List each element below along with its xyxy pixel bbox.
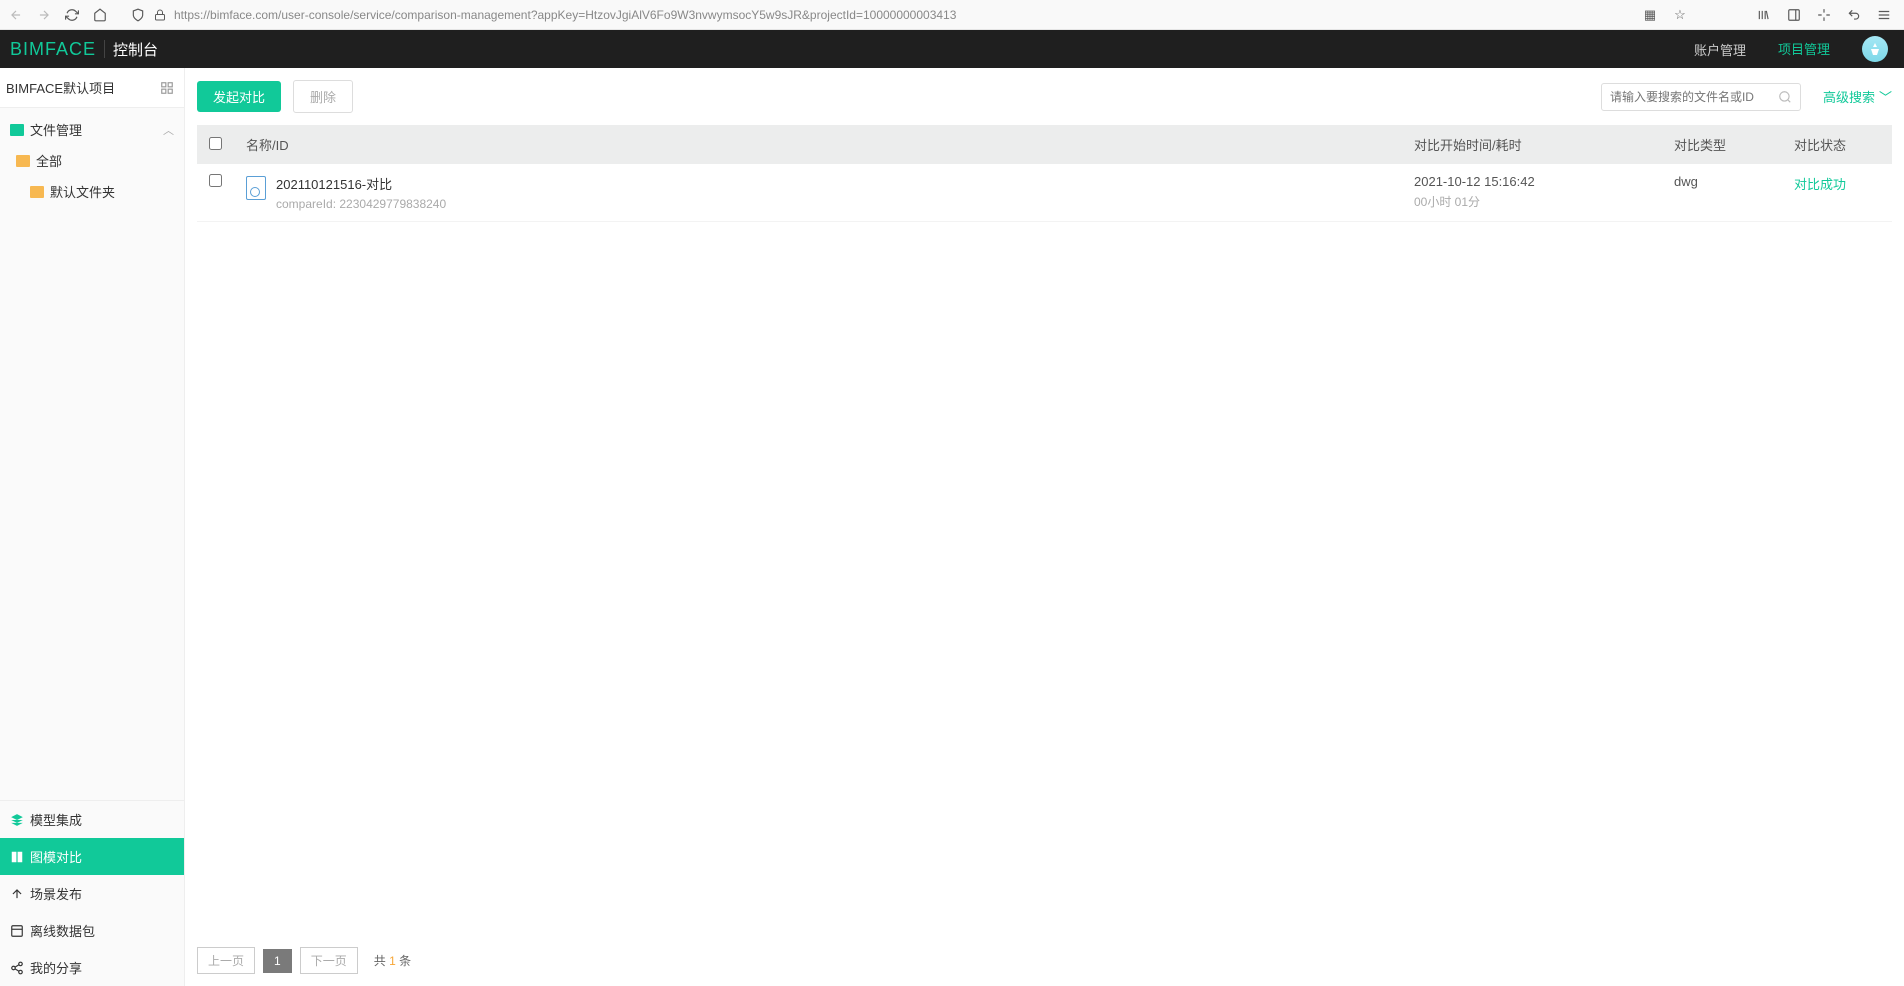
- side-menu: 模型集成 图模对比 场景发布 离线数据包: [0, 800, 184, 986]
- sidebar-item-compare[interactable]: 图模对比: [0, 838, 184, 875]
- row-type: dwg: [1662, 164, 1782, 222]
- sidebar-item-label: 图模对比: [30, 847, 82, 866]
- tree-label: 默认文件夹: [50, 182, 115, 201]
- select-all-checkbox[interactable]: [209, 137, 222, 150]
- sidebar-item-label: 离线数据包: [30, 921, 95, 940]
- row-name: 202110121516-对比: [276, 174, 446, 193]
- forward-button[interactable]: [36, 7, 52, 23]
- project-header: BIMFACE默认项目: [0, 68, 184, 108]
- undo-icon[interactable]: [1846, 7, 1862, 23]
- home-button[interactable]: [92, 7, 108, 23]
- sidebar-item-scene-publish[interactable]: 场景发布: [0, 875, 184, 912]
- share-icon: [10, 961, 24, 975]
- sidebar-item-offline-package[interactable]: 离线数据包: [0, 912, 184, 949]
- bookmark-icon[interactable]: ☆: [1672, 7, 1688, 23]
- project-title: BIMFACE默认项目: [6, 78, 115, 97]
- logo-sub: 控制台: [113, 39, 158, 60]
- sidebar-item-label: 模型集成: [30, 810, 82, 829]
- tree-label: 文件管理: [30, 120, 82, 139]
- logo-area: BIMFACE 控制台: [10, 39, 158, 60]
- row-duration: 00小时 01分: [1414, 193, 1650, 210]
- file-icon: [246, 176, 266, 200]
- search-input[interactable]: [1610, 90, 1778, 104]
- folder-icon: [30, 186, 44, 198]
- col-name: 名称/ID: [234, 125, 1402, 164]
- advanced-search-link[interactable]: 高级搜索 ﹀: [1823, 87, 1892, 106]
- sidebar-icon[interactable]: [1786, 7, 1802, 23]
- header-nav: 账户管理 项目管理: [1678, 29, 1888, 70]
- apps-icon[interactable]: [160, 81, 174, 95]
- name-cell: 202110121516-对比 compareId: 2230429779838…: [246, 174, 1390, 211]
- main-content: 发起对比 删除 高级搜索 ﹀ 名称/ID 对比开始时间/耗时: [185, 68, 1904, 986]
- app-body: BIMFACE默认项目 文件管理 ︿ 全部 默认文件夹: [0, 68, 1904, 986]
- row-compare-id: compareId: 2230429779838240: [276, 197, 446, 211]
- app-header: BIMFACE 控制台 账户管理 项目管理: [0, 30, 1904, 68]
- avatar[interactable]: [1862, 36, 1888, 62]
- library-icon[interactable]: [1756, 7, 1772, 23]
- adv-search-label: 高级搜索: [1823, 87, 1875, 106]
- page-total: 共 1 条: [374, 952, 411, 969]
- tree-label: 全部: [36, 151, 62, 170]
- menu-icon[interactable]: [1876, 7, 1892, 23]
- current-page-button[interactable]: 1: [263, 949, 292, 973]
- sidebar-item-my-share[interactable]: 我的分享: [0, 949, 184, 986]
- publish-icon: [10, 887, 24, 901]
- sidebar-item-label: 我的分享: [30, 958, 82, 977]
- chevron-up-icon: ︿: [163, 122, 174, 138]
- package-icon: [10, 924, 24, 938]
- reload-button[interactable]: [64, 7, 80, 23]
- table-wrapper: 名称/ID 对比开始时间/耗时 对比类型 对比状态 20211: [197, 125, 1892, 935]
- sidebar: BIMFACE默认项目 文件管理 ︿ 全部 默认文件夹: [0, 68, 185, 986]
- col-status: 对比状态: [1782, 125, 1892, 164]
- back-button[interactable]: [8, 7, 24, 23]
- browser-toolbar: https://bimface.com/user-console/service…: [0, 0, 1904, 30]
- url-text: https://bimface.com/user-console/service…: [174, 8, 956, 22]
- table-header-row: 名称/ID 对比开始时间/耗时 对比类型 对比状态: [197, 125, 1892, 164]
- delete-button[interactable]: 删除: [293, 80, 353, 113]
- tree-all[interactable]: 全部: [0, 145, 184, 176]
- compare-icon: [10, 850, 24, 864]
- logo-main: BIMFACE: [10, 39, 96, 60]
- prev-page-button[interactable]: 上一页: [197, 947, 255, 974]
- search-box[interactable]: [1601, 83, 1801, 111]
- compare-table: 名称/ID 对比开始时间/耗时 对比类型 对比状态 20211: [197, 125, 1892, 222]
- pagination: 上一页 1 下一页 共 1 条: [197, 935, 1892, 986]
- nav-account[interactable]: 账户管理: [1678, 30, 1762, 69]
- addon-icon[interactable]: [1816, 7, 1832, 23]
- url-bar[interactable]: https://bimface.com/user-console/service…: [122, 7, 1628, 23]
- next-page-button[interactable]: 下一页: [300, 947, 358, 974]
- search-icon[interactable]: [1778, 90, 1792, 104]
- layers-icon: [10, 813, 24, 827]
- sidebar-item-label: 场景发布: [30, 884, 82, 903]
- row-checkbox[interactable]: [209, 174, 222, 187]
- nav-project[interactable]: 项目管理: [1762, 29, 1846, 70]
- col-type: 对比类型: [1662, 125, 1782, 164]
- col-start-time: 对比开始时间/耗时: [1402, 125, 1662, 164]
- browser-right-icons: ▦ ☆: [1642, 7, 1892, 23]
- tree-default-folder[interactable]: 默认文件夹: [0, 176, 184, 207]
- action-bar: 发起对比 删除 高级搜索 ﹀: [197, 80, 1892, 113]
- shield-icon: [130, 7, 146, 23]
- start-compare-button[interactable]: 发起对比: [197, 81, 281, 112]
- row-status: 对比成功: [1794, 177, 1846, 192]
- tree-file-manage[interactable]: 文件管理 ︿: [0, 114, 184, 145]
- sidebar-item-model-integration[interactable]: 模型集成: [0, 801, 184, 838]
- file-tree: 文件管理 ︿ 全部 默认文件夹: [0, 108, 184, 213]
- qr-icon[interactable]: ▦: [1642, 7, 1658, 23]
- chevron-down-icon: ﹀: [1879, 87, 1892, 106]
- table-row[interactable]: 202110121516-对比 compareId: 2230429779838…: [197, 164, 1892, 222]
- logo-divider: [104, 40, 105, 58]
- browser-nav-buttons: [8, 7, 108, 23]
- folder-icon: [16, 155, 30, 167]
- folder-icon: [10, 124, 24, 136]
- row-start-time: 2021-10-12 15:16:42: [1414, 174, 1650, 189]
- lock-icon: [152, 7, 168, 23]
